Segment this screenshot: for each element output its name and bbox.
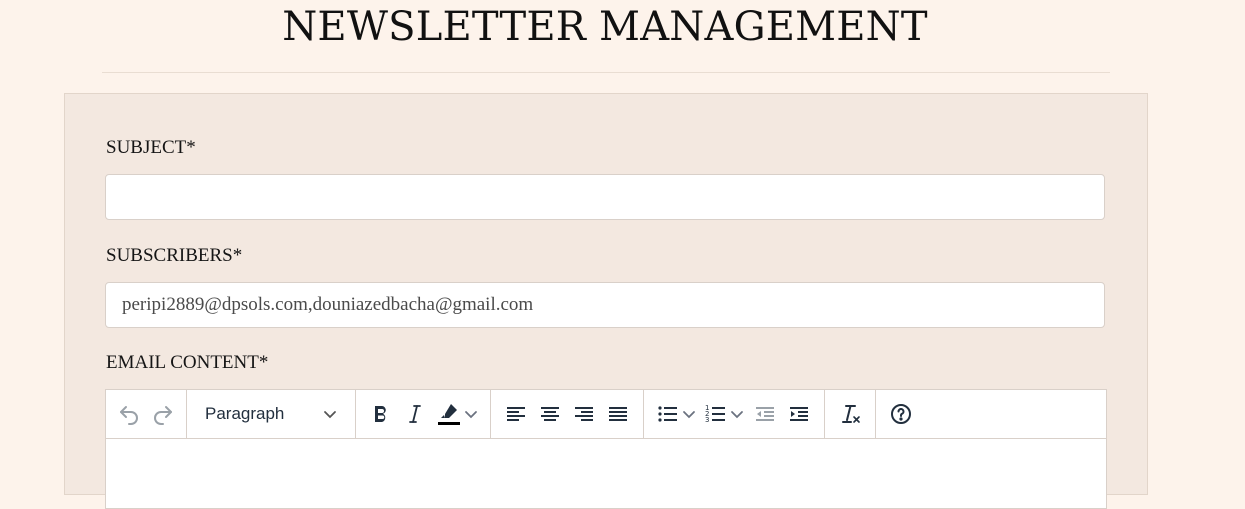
clear-format-group [825, 390, 876, 438]
justify-icon [609, 407, 627, 421]
undo-icon [120, 406, 138, 425]
numbered-list-icon: 123 [705, 404, 725, 424]
help-button[interactable] [884, 397, 918, 431]
numbered-list-button[interactable]: 123 [700, 397, 748, 431]
help-icon [891, 404, 911, 424]
editor-body[interactable] [106, 439, 1106, 509]
redo-icon [154, 406, 172, 425]
newsletter-form: SUBJECT* SUBSCRIBERS* EMAIL CONTENT* Par… [64, 93, 1148, 509]
email-content-label: EMAIL CONTENT* [106, 352, 269, 373]
subscribers-input[interactable] [105, 282, 1105, 328]
bullet-list-button[interactable] [652, 397, 700, 431]
alignment-group [491, 390, 644, 438]
subscribers-label: SUBSCRIBERS* [106, 245, 243, 266]
page-title: NEWSLETTER MANAGEMENT [282, 4, 928, 50]
chevron-down-icon [683, 411, 695, 419]
chevron-down-icon [324, 411, 336, 419]
align-left-button[interactable] [499, 397, 533, 431]
redo-button[interactable] [146, 397, 180, 431]
outdent-icon [756, 407, 774, 421]
bold-icon [375, 406, 386, 422]
align-left-icon [507, 407, 525, 421]
block-format-value: Paragraph [205, 404, 285, 423]
indent-icon [790, 407, 808, 421]
align-center-icon [541, 407, 559, 421]
list-group: 123 [644, 390, 825, 438]
clear-format-button[interactable] [833, 397, 867, 431]
chevron-down-icon [465, 411, 477, 419]
italic-icon [409, 405, 421, 423]
indent-button[interactable] [782, 397, 816, 431]
highlight-button[interactable] [432, 397, 482, 431]
subject-input[interactable] [105, 174, 1105, 220]
justify-button[interactable] [601, 397, 635, 431]
title-divider [102, 72, 1110, 73]
clear-format-icon [842, 405, 860, 423]
help-group [876, 390, 926, 438]
align-right-icon [575, 407, 593, 421]
editor-toolbar: Paragraph 1 2 3 [106, 390, 1106, 439]
chevron-down-icon [731, 411, 743, 419]
block-format-dropdown[interactable]: Paragraph [195, 397, 347, 431]
outdent-button[interactable] [748, 397, 782, 431]
align-center-button[interactable] [533, 397, 567, 431]
italic-button[interactable] [398, 397, 432, 431]
block-format-group: Paragraph [187, 390, 356, 438]
undo-button[interactable] [112, 397, 146, 431]
subject-label: SUBJECT* [106, 137, 196, 158]
svg-text:3: 3 [705, 416, 709, 424]
bullet-list-icon [658, 406, 677, 422]
bold-button[interactable] [364, 397, 398, 431]
history-group [106, 390, 187, 438]
align-right-button[interactable] [567, 397, 601, 431]
highlight-icon [438, 404, 460, 425]
formatting-group [356, 390, 491, 438]
rich-text-editor: Paragraph 1 2 3 [105, 389, 1107, 509]
